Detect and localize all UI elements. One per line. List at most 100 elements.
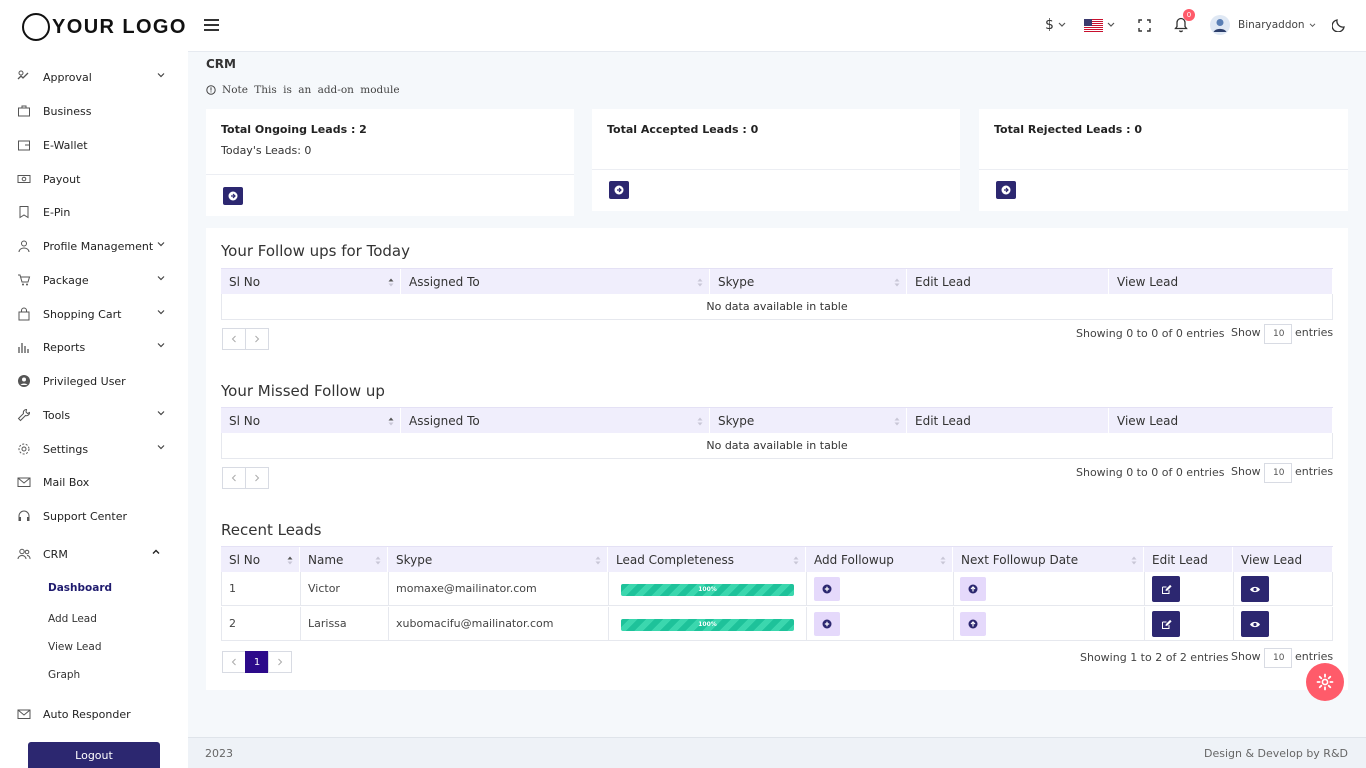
username: Binaryaddon — [1238, 19, 1305, 31]
page-size-select[interactable]: 10 — [1264, 463, 1292, 483]
sidebar-item-crm[interactable]: CRM — [0, 540, 188, 568]
prev-page-button[interactable] — [222, 467, 246, 489]
sidebar-item-profile-management[interactable]: Profile Management — [0, 232, 188, 260]
sidebar-item-e-pin[interactable]: E-Pin — [0, 198, 188, 226]
next-page-button[interactable] — [245, 467, 269, 489]
sidebar-item-shopping-cart[interactable]: Shopping Cart — [0, 300, 188, 328]
sidebar-subitem-view-lead[interactable]: View Lead — [48, 637, 101, 657]
table-cell — [1234, 572, 1334, 606]
sidebar-item-mail-box[interactable]: Mail Box — [0, 468, 188, 496]
view-lead-button[interactable] — [1241, 576, 1269, 602]
sidebar-item-reports[interactable]: Reports — [0, 333, 188, 361]
column-header[interactable]: Edit Lead — [907, 408, 1109, 434]
users-icon — [17, 547, 31, 561]
sidebar-item-approval[interactable]: Approval — [0, 63, 188, 91]
sidebar-item-e-wallet[interactable]: E-Wallet — [0, 131, 188, 159]
followups-empty-row: No data available in table — [221, 294, 1333, 320]
rejected-leads-button[interactable] — [996, 181, 1016, 199]
avatar — [1210, 15, 1230, 35]
column-header[interactable]: Skype — [388, 547, 608, 573]
column-header[interactable]: Name — [300, 547, 388, 573]
edit-lead-button[interactable] — [1152, 576, 1180, 602]
prev-page-button[interactable] — [222, 328, 246, 350]
entries-label: entries — [1295, 465, 1334, 478]
footer-credit: Design & Develop by R&D — [1203, 747, 1348, 760]
sidebar-item-support-center[interactable]: Support Center — [0, 502, 188, 530]
followups-info: Showing 0 to 0 of 0 entries — [1076, 327, 1225, 340]
cell-skype: xubomacifu@mailinator.com — [396, 617, 554, 630]
sidebar-item-package[interactable]: Package — [0, 266, 188, 294]
column-header[interactable]: Skype — [710, 269, 907, 295]
sidebar-item-auto-responder[interactable]: Auto Responder — [0, 700, 188, 728]
sidebar-item-privileged-user[interactable]: Privileged User — [0, 367, 188, 395]
table-cell: 100% — [609, 607, 807, 641]
dark-mode-toggle[interactable] — [1332, 14, 1346, 36]
sort-icon — [697, 278, 703, 287]
sidebar-item-business[interactable]: Business — [0, 97, 188, 125]
table-row: 1 Victor momaxe@mailinator.com 100% — [221, 572, 1333, 606]
table-cell — [954, 607, 1145, 641]
column-header-label: Edit Lead — [1152, 553, 1208, 567]
sidebar-item-label: Tools — [43, 408, 71, 422]
sort-icon — [1131, 556, 1137, 565]
column-header[interactable]: Assigned To — [401, 269, 710, 295]
sidebar-subitem-graph[interactable]: Graph — [48, 665, 80, 685]
page-size-select[interactable]: 10 — [1264, 324, 1292, 344]
column-header-label: Next Followup Date — [961, 553, 1079, 567]
column-header[interactable]: Sl No — [221, 269, 401, 295]
accepted-leads-button[interactable] — [609, 181, 629, 199]
column-header[interactable]: Assigned To — [401, 408, 710, 434]
add-followup-button[interactable] — [814, 612, 840, 636]
cart-icon — [17, 273, 31, 287]
column-header[interactable]: Next Followup Date — [953, 547, 1144, 573]
logout-button[interactable]: Logout — [28, 742, 160, 768]
column-header[interactable]: Lead Completeness — [608, 547, 806, 573]
column-header-label: Skype — [718, 275, 755, 289]
column-header[interactable]: View Lead — [1233, 547, 1333, 573]
column-header-label: Skype — [396, 553, 433, 567]
fullscreen-button[interactable] — [1138, 14, 1151, 36]
column-header[interactable]: Sl No — [221, 547, 300, 573]
next-page-button[interactable] — [245, 328, 269, 350]
page-1-button[interactable]: 1 — [245, 651, 269, 673]
currency-dropdown[interactable]: $ — [1045, 14, 1066, 36]
next-page-button[interactable] — [268, 651, 292, 673]
cell-skype: momaxe@mailinator.com — [396, 582, 537, 595]
sidebar-item-tools[interactable]: Tools — [0, 401, 188, 429]
language-dropdown[interactable] — [1084, 14, 1115, 36]
sidebar-item-settings[interactable]: Settings — [0, 435, 188, 463]
missed-empty-row: No data available in table — [221, 433, 1333, 459]
logo[interactable]: YOUR LOGO — [22, 12, 187, 42]
ongoing-leads-button[interactable] — [223, 187, 243, 205]
add-followup-button[interactable] — [814, 577, 840, 601]
sidebar-subitem-add-lead[interactable]: Add Lead — [48, 609, 97, 629]
column-header[interactable]: Skype — [710, 408, 907, 434]
table-cell: momaxe@mailinator.com — [389, 572, 609, 606]
edit-lead-button[interactable] — [1152, 611, 1180, 637]
column-header[interactable]: Sl No — [221, 408, 401, 434]
hamburger-menu-icon[interactable] — [204, 18, 220, 32]
next-followup-button[interactable] — [960, 577, 986, 601]
eye-icon — [1250, 621, 1260, 627]
column-header[interactable]: View Lead — [1109, 408, 1333, 434]
chevron-down-icon — [157, 310, 165, 315]
prev-page-button[interactable] — [222, 651, 246, 673]
settings-fab-button[interactable] — [1306, 663, 1344, 701]
column-header[interactable]: View Lead — [1109, 269, 1333, 295]
chevron-down-icon — [1309, 22, 1315, 27]
page-size-select[interactable]: 10 — [1264, 648, 1292, 668]
column-header[interactable]: Add Followup — [806, 547, 953, 573]
column-header[interactable]: Edit Lead — [1144, 547, 1233, 573]
sidebar-item-payout[interactable]: Payout — [0, 165, 188, 193]
fullscreen-icon — [1138, 18, 1151, 32]
card-divider — [592, 169, 960, 170]
sort-icon — [287, 556, 293, 565]
cell-sl-no: 1 — [229, 582, 236, 595]
user-menu[interactable]: Binaryaddon — [1210, 14, 1316, 36]
next-followup-button[interactable] — [960, 612, 986, 636]
column-header[interactable]: Edit Lead — [907, 269, 1109, 295]
gear-icon — [17, 442, 31, 456]
view-lead-button[interactable] — [1241, 611, 1269, 637]
sidebar-subitem-dashboard[interactable]: Dashboard — [48, 578, 112, 598]
column-header-label: Skype — [718, 414, 755, 428]
